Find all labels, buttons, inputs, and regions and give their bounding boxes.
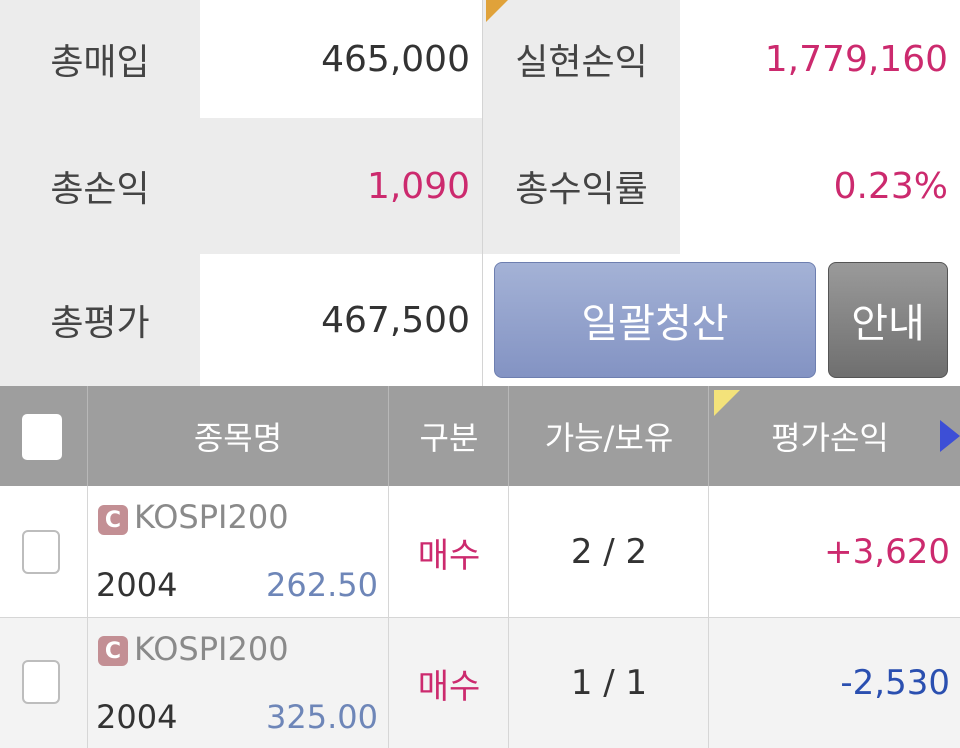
row-side: 매수 [417,535,481,576]
row-checkbox[interactable] [22,530,60,574]
value-realized-pl: 1,779,160 [680,0,960,118]
label-total-purchase: 총매입 [0,0,200,118]
header-divider [708,386,709,486]
header-divider [87,386,88,486]
header-name[interactable]: 종목명 [88,386,388,486]
info-button[interactable]: 안내 [828,262,948,378]
row-side: 매수 [417,666,481,707]
row-month: 2004 [96,566,178,604]
header-divider [388,386,389,486]
call-option-badge: C [98,505,128,535]
label-total-return: 총수익률 [483,118,680,254]
header-avail-hold[interactable]: 가능/보유 [510,386,708,486]
label-total-pl: 총손익 [0,118,200,254]
value-total-pl: 1,090 [200,118,482,254]
call-option-badge: C [98,636,128,666]
row-qty: 1 / 1 [570,663,648,703]
row-divider [0,617,960,618]
corner-mark-icon [714,390,740,416]
value-total-eval: 467,500 [200,254,482,386]
liquidate-all-button[interactable]: 일괄청산 [494,262,816,378]
row-month: 2004 [96,698,178,736]
label-total-eval: 총평가 [0,254,200,386]
value-total-purchase: 465,000 [200,0,482,118]
row-qty: 2 / 2 [570,532,648,572]
select-all-checkbox[interactable] [22,414,62,460]
value-total-return: 0.23% [680,118,960,254]
label-realized-pl: 실현손익 [483,0,680,118]
header-divider [508,386,509,486]
row-strike: 325.00 [266,698,378,736]
corner-mark-icon [486,0,508,22]
row-pl: +3,620 [824,532,950,572]
header-eval-pl[interactable]: 평가손익 [710,386,960,486]
row-checkbox[interactable] [22,660,60,704]
header-type[interactable]: 구분 [390,386,508,486]
next-column-icon[interactable] [940,420,960,452]
row-symbol: KOSPI200 [134,498,289,536]
row-symbol: KOSPI200 [134,630,289,668]
row-pl: -2,530 [840,663,950,703]
row-strike: 262.50 [266,566,378,604]
